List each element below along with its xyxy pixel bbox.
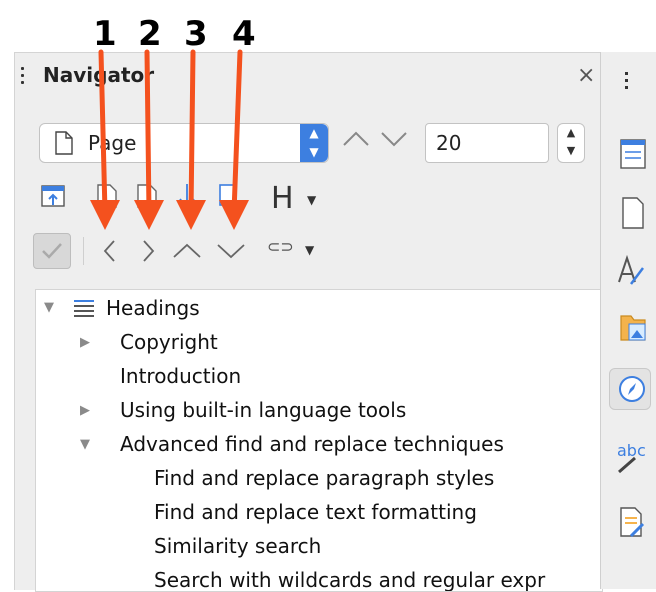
navigator-icon[interactable] <box>609 368 651 410</box>
footer-icon[interactable] <box>135 183 159 209</box>
tree-item[interactable]: Find and replace text formatting <box>154 500 477 524</box>
tree-item[interactable]: Copyright <box>120 330 218 354</box>
tree-item[interactable]: Advanced find and replace techniques <box>120 432 504 456</box>
previous-page-button[interactable] <box>341 127 371 151</box>
annotation-label-3: 3 <box>184 14 208 54</box>
panel-title: Navigator <box>43 63 155 87</box>
header-icon[interactable] <box>95 183 119 209</box>
annotation-label-1: 1 <box>93 14 117 54</box>
tree-expander-collapsed-icon[interactable]: ▶ <box>80 403 90 418</box>
tree-item[interactable]: Search with wildcards and regular expr <box>154 568 545 591</box>
anchor-icon[interactable] <box>175 181 199 209</box>
manage-changes-icon[interactable]: abc <box>609 438 649 478</box>
document-icon <box>55 131 73 155</box>
headings-list-icon <box>74 300 94 317</box>
dropdown-spin-icon: ▲ ▼ <box>300 124 328 162</box>
toggle-master-view-icon[interactable] <box>39 181 69 211</box>
demote-chapter-button[interactable] <box>137 237 159 265</box>
promote-level-button[interactable] <box>171 239 203 263</box>
sidebar-menu-grip[interactable] <box>625 72 628 89</box>
check-icon <box>42 243 62 259</box>
annotation-labels: 1 2 3 4 <box>0 10 656 54</box>
tree-expander-expanded-icon[interactable]: ▼ <box>44 300 54 315</box>
tree-root-headings[interactable]: Headings <box>106 296 200 320</box>
set-reminder-button[interactable] <box>33 233 71 269</box>
page-icon[interactable] <box>609 192 649 232</box>
tree-item[interactable]: Find and replace paragraph styles <box>154 466 494 490</box>
navigate-by-dropdown[interactable]: Page ▲ ▼ <box>39 123 329 163</box>
tree-expander-expanded-icon[interactable]: ▼ <box>80 437 90 452</box>
toolbar-separator <box>83 237 84 265</box>
reminder-icon[interactable] <box>215 181 241 209</box>
next-page-button[interactable] <box>379 127 409 151</box>
heading-levels-button[interactable]: H <box>271 181 294 216</box>
page-number-spinner[interactable]: ▲ ▼ <box>557 123 585 163</box>
tree-item[interactable]: Similarity search <box>154 534 321 558</box>
drag-mode-caret-icon[interactable]: ▼ <box>305 243 314 257</box>
tree-item[interactable]: Introduction <box>120 364 241 388</box>
annotation-label-4: 4 <box>232 14 256 54</box>
demote-level-button[interactable] <box>215 239 247 263</box>
navigator-panel: Navigator × Page ▲ ▼ 20 ▲ ▼ H ▼ ⊂⊃ ▼ ▼ H… <box>14 52 603 592</box>
close-icon[interactable]: × <box>577 63 595 88</box>
tree-item[interactable]: Using built-in language tools <box>120 398 406 422</box>
content-tree: ▼ Headings ▶ Copyright Introduction ▶ Us… <box>35 289 603 592</box>
navigate-by-value: Page <box>88 131 137 155</box>
design-icon[interactable] <box>609 502 649 542</box>
page-number-value: 20 <box>436 131 462 155</box>
heading-levels-caret-icon[interactable]: ▼ <box>307 193 316 207</box>
styles-icon[interactable] <box>609 250 649 290</box>
panel-grip-handle[interactable] <box>21 67 25 89</box>
gallery-icon[interactable] <box>609 306 649 346</box>
tree-expander-collapsed-icon[interactable]: ▶ <box>80 335 90 350</box>
drag-mode-link-icon[interactable]: ⊂⊃ <box>267 237 294 256</box>
promote-chapter-button[interactable] <box>99 237 121 265</box>
properties-icon[interactable] <box>609 134 649 174</box>
annotation-label-2: 2 <box>138 14 162 54</box>
page-number-input[interactable]: 20 <box>425 123 549 163</box>
svg-text:abc: abc <box>617 441 646 460</box>
sidebar-tab-bar: abc <box>600 52 656 589</box>
